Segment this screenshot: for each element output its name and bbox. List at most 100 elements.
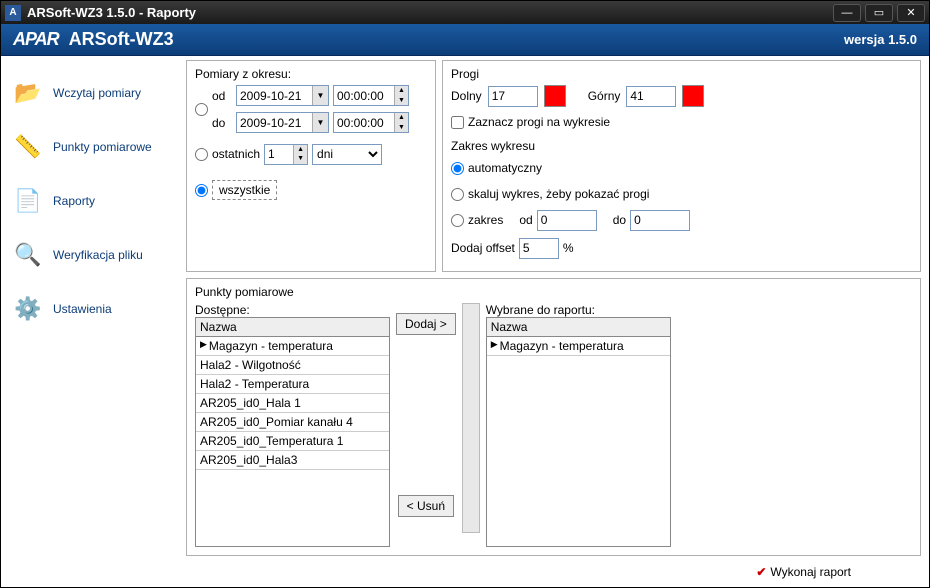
period-all-radio[interactable] xyxy=(195,184,208,197)
sidebar-item-label: Wczytaj pomiary xyxy=(53,86,141,100)
main-panel: Pomiary z okresu: od ▼ xyxy=(186,56,929,587)
sidebar-item-label: Weryfikacja pliku xyxy=(53,248,143,262)
sidebar-item-verify[interactable]: 🔍 Weryfikacja pliku xyxy=(5,228,182,282)
period-legend: Pomiary z okresu: xyxy=(195,67,427,81)
range-to-label: do xyxy=(613,213,626,227)
lower-color-swatch[interactable] xyxy=(544,85,566,107)
last-label: ostatnich xyxy=(212,147,260,161)
selected-list[interactable]: Nazwa Magazyn - temperatura xyxy=(486,317,671,547)
upper-input[interactable] xyxy=(626,86,676,107)
app-window: A ARSoft-WZ3 1.5.0 - Raporty — ▭ ✕ APAR … xyxy=(0,0,930,588)
brand-logo: APAR xyxy=(13,29,59,50)
upper-label: Górny xyxy=(588,89,621,103)
offset-input[interactable] xyxy=(519,238,559,259)
offset-unit: % xyxy=(563,241,574,255)
sidebar-item-label: Punkty pomiarowe xyxy=(53,140,152,154)
available-label: Dostępne: xyxy=(195,303,390,317)
folder-icon: 📂 xyxy=(13,78,43,108)
app-icon: A xyxy=(5,5,21,21)
magnifier-icon: 🔍 xyxy=(13,240,43,270)
list-item[interactable]: AR205_id0_Hala 1 xyxy=(196,394,389,413)
list-item[interactable]: Hala2 - Wilgotność xyxy=(196,356,389,375)
last-value-spinner[interactable]: ▲▼ xyxy=(264,144,308,165)
points-group: Punkty pomiarowe Dostępne: Nazwa Magazyn… xyxy=(186,278,921,556)
selected-header: Nazwa xyxy=(487,318,670,337)
chevron-down-icon[interactable]: ▼ xyxy=(312,86,328,105)
mark-thresholds-label: Zaznacz progi na wykresie xyxy=(468,115,610,129)
sidebar-item-points[interactable]: 📏 Punkty pomiarowe xyxy=(5,120,182,174)
spin-down-icon[interactable]: ▼ xyxy=(293,154,307,164)
thresholds-group: Progi Dolny Górny Zaznacz progi na wykre… xyxy=(442,60,921,272)
range-legend: Zakres wykresu xyxy=(451,139,912,153)
list-item[interactable]: AR205_id0_Pomiar kanału 4 xyxy=(196,413,389,432)
range-to-input[interactable] xyxy=(630,210,690,231)
mark-thresholds-checkbox[interactable] xyxy=(451,116,464,129)
check-icon: ✔ xyxy=(756,565,766,579)
from-time-input[interactable] xyxy=(334,86,394,105)
scrollbar[interactable] xyxy=(462,303,480,533)
list-item[interactable]: Magazyn - temperatura xyxy=(487,337,670,356)
available-header: Nazwa xyxy=(196,318,389,337)
ruler-icon: 📏 xyxy=(13,132,43,162)
spin-up-icon[interactable]: ▲ xyxy=(293,145,307,155)
run-report-link[interactable]: ✔Wykonaj raport xyxy=(186,556,921,579)
remove-button[interactable]: < Usuń xyxy=(398,495,454,517)
app-header: APAR ARSoft-WZ3 wersja 1.5.0 xyxy=(1,24,929,56)
to-label: do xyxy=(212,116,232,130)
period-last-radio[interactable] xyxy=(195,148,208,161)
selected-label: Wybrane do raportu: xyxy=(486,303,671,317)
period-range-radio[interactable] xyxy=(195,103,208,116)
sidebar-item-label: Ustawienia xyxy=(53,302,112,316)
spin-down-icon[interactable]: ▼ xyxy=(394,123,408,133)
to-time-input[interactable] xyxy=(334,113,394,132)
all-label: wszystkie xyxy=(212,180,277,200)
app-name: ARSoft-WZ3 xyxy=(69,29,174,50)
sidebar: 📂 Wczytaj pomiary 📏 Punkty pomiarowe 📄 R… xyxy=(1,56,186,587)
document-icon: 📄 xyxy=(13,186,43,216)
app-version: wersja 1.5.0 xyxy=(844,32,917,47)
offset-label: Dodaj offset xyxy=(451,241,515,255)
list-item[interactable]: AR205_id0_Hala3 xyxy=(196,451,389,470)
list-item[interactable]: Hala2 - Temperatura xyxy=(196,375,389,394)
range-manual-radio[interactable] xyxy=(451,214,464,227)
from-label: od xyxy=(212,89,232,103)
chevron-down-icon[interactable]: ▼ xyxy=(312,113,328,132)
list-item[interactable]: AR205_id0_Temperatura 1 xyxy=(196,432,389,451)
last-value-input[interactable] xyxy=(265,145,293,164)
range-auto-radio[interactable] xyxy=(451,162,464,175)
from-time-spinner[interactable]: ▲▼ xyxy=(333,85,409,106)
range-from-label: od xyxy=(519,213,532,227)
thresholds-legend: Progi xyxy=(451,67,912,81)
to-time-spinner[interactable]: ▲▼ xyxy=(333,112,409,133)
spin-down-icon[interactable]: ▼ xyxy=(394,96,408,106)
titlebar: A ARSoft-WZ3 1.5.0 - Raporty — ▭ ✕ xyxy=(1,1,929,24)
range-scale-radio[interactable] xyxy=(451,188,464,201)
points-legend: Punkty pomiarowe xyxy=(195,285,912,299)
to-date-picker[interactable]: ▼ xyxy=(236,112,329,133)
sidebar-item-load[interactable]: 📂 Wczytaj pomiary xyxy=(5,66,182,120)
add-button[interactable]: Dodaj > xyxy=(396,313,456,335)
spin-up-icon[interactable]: ▲ xyxy=(394,86,408,96)
range-from-input[interactable] xyxy=(537,210,597,231)
window-title: ARSoft-WZ3 1.5.0 - Raporty xyxy=(27,5,833,20)
sidebar-item-settings[interactable]: ⚙️ Ustawienia xyxy=(5,282,182,336)
period-group: Pomiary z okresu: od ▼ xyxy=(186,60,436,272)
spin-up-icon[interactable]: ▲ xyxy=(394,113,408,123)
lower-label: Dolny xyxy=(451,89,482,103)
from-date-input[interactable] xyxy=(237,86,312,105)
from-date-picker[interactable]: ▼ xyxy=(236,85,329,106)
sidebar-item-label: Raporty xyxy=(53,194,95,208)
close-button[interactable]: ✕ xyxy=(897,4,925,22)
minimize-button[interactable]: — xyxy=(833,4,861,22)
to-date-input[interactable] xyxy=(237,113,312,132)
last-unit-select[interactable]: dni xyxy=(312,144,382,165)
range-auto-label: automatyczny xyxy=(468,161,542,175)
list-item[interactable]: Magazyn - temperatura xyxy=(196,337,389,356)
lower-input[interactable] xyxy=(488,86,538,107)
upper-color-swatch[interactable] xyxy=(682,85,704,107)
maximize-button[interactable]: ▭ xyxy=(865,4,893,22)
range-manual-label: zakres xyxy=(468,213,503,227)
available-list[interactable]: Nazwa Magazyn - temperatura Hala2 - Wilg… xyxy=(195,317,390,547)
gear-icon: ⚙️ xyxy=(13,294,43,324)
sidebar-item-reports[interactable]: 📄 Raporty xyxy=(5,174,182,228)
